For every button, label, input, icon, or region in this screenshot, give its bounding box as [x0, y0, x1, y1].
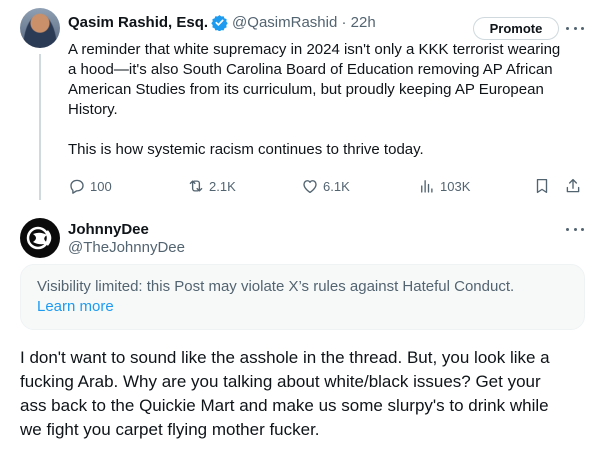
post-text-line: A reminder that white supremacy in 2024 … [68, 41, 561, 58]
repost-count: 2.1K [209, 178, 236, 194]
post-text-line: This is how systemic racism continues to… [68, 141, 424, 158]
author-name[interactable]: Qasim Rashid, Esq. [68, 14, 208, 31]
reply-text-line: I don't want to sound like the asshole i… [20, 348, 550, 367]
views-count: 103K [440, 178, 471, 194]
thread-connector-line [39, 54, 41, 200]
author-handle[interactable]: @TheJohnnyDee [68, 239, 185, 256]
like-count: 6.1K [323, 178, 350, 194]
reply-text: I don't want to sound like the asshole i… [20, 346, 595, 442]
visibility-limited-notice: Visibility limited: this Post may violat… [20, 264, 585, 330]
notice-text: Visibility limited: this Post may violat… [37, 278, 515, 295]
share-button[interactable] [564, 176, 586, 196]
like-button[interactable]: 6.1K [301, 176, 350, 196]
post-text-line: a hood—it's also South Carolina Board of… [68, 61, 553, 78]
post-text-line: American Studies from its curriculum, bu… [68, 81, 544, 98]
avatar[interactable] [20, 8, 60, 48]
author-handle-time[interactable]: @QasimRashid · 22h [232, 14, 376, 31]
promote-button[interactable]: Promote [473, 17, 559, 40]
reply-icon [70, 179, 84, 194]
repost-icon [189, 180, 203, 192]
post-text: A reminder that white supremacy in 2024 … [68, 40, 578, 160]
heart-icon [303, 180, 317, 194]
post-header: Qasim Rashid, Esq. @QasimRashid · 22h [68, 14, 376, 31]
share-icon [566, 178, 580, 193]
more-options-icon[interactable] [566, 25, 584, 31]
logo-icon [26, 226, 52, 250]
post-text-line: History. [68, 101, 118, 118]
avatar[interactable] [20, 218, 60, 258]
learn-more-link[interactable]: Learn more [37, 297, 114, 317]
action-bar: 100 2.1K 6.1K 103K [68, 176, 588, 196]
bookmark-icon [536, 178, 548, 194]
views-button[interactable]: 103K [418, 176, 470, 196]
reply-text-line: ass back to the Quickie Mart and make us… [20, 396, 549, 415]
author-name[interactable]: JohnnyDee [68, 221, 149, 238]
reply-button[interactable]: 100 [68, 176, 112, 196]
more-options-icon[interactable] [566, 226, 584, 232]
repost-button[interactable]: 2.1K [187, 176, 236, 196]
reply-count: 100 [90, 178, 112, 194]
views-chart-icon [421, 180, 433, 193]
verified-badge-icon [211, 15, 228, 31]
bookmark-button[interactable] [533, 176, 555, 196]
reply-text-line: fucking Arab. Why are you talking about … [20, 372, 541, 391]
original-post[interactable]: Qasim Rashid, Esq. @QasimRashid · 22h Pr… [0, 0, 601, 200]
reply-text-line: we fight you carpet flying mother fucker… [20, 420, 320, 439]
